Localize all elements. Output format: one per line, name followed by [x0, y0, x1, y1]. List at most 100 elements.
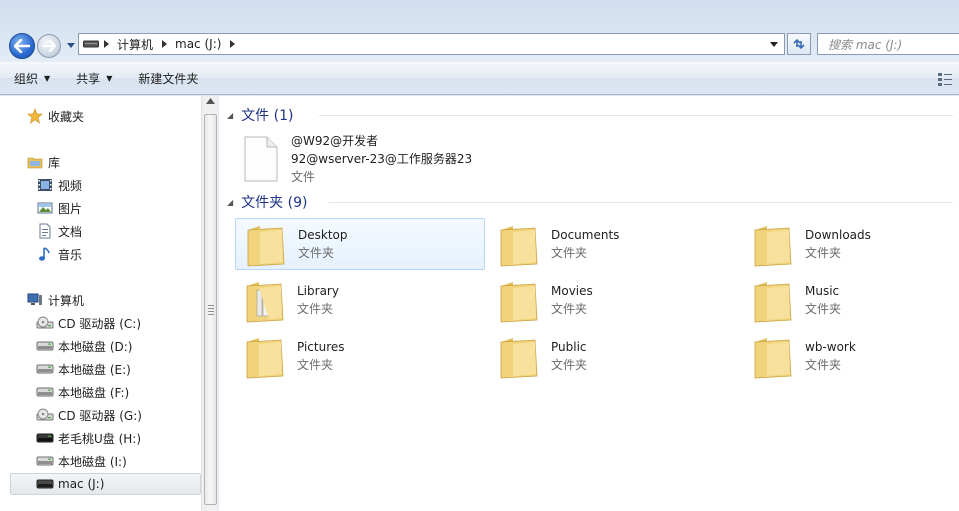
nav-favorites[interactable]: 收藏夹 [26, 105, 226, 127]
folder-name: Desktop [298, 228, 348, 242]
file-name-line1: @W92@开发者 [291, 134, 379, 148]
cd-drive-icon [36, 314, 54, 332]
music-note-icon [36, 245, 54, 263]
hard-drive-icon [36, 360, 54, 378]
address-bar[interactable]: 计算机 mac (J:) [78, 33, 785, 55]
folder-icon [247, 226, 285, 267]
folder-type: 文件夹 [298, 246, 335, 260]
library-folder-icon [246, 282, 284, 323]
nav-drive-label: mac (J:) [58, 477, 105, 491]
nav-computer[interactable]: 计算机 [26, 289, 226, 311]
folders-group-header[interactable]: ◢ 文件夹 (9) [227, 192, 307, 212]
folder-item[interactable]: Downloads 文件夹 [743, 218, 959, 270]
folder-icon [754, 282, 792, 323]
folder-item[interactable]: wb-work 文件夹 [743, 330, 959, 382]
organize-menu[interactable]: 组织 ▼ [0, 62, 62, 94]
chevron-down-icon: ▼ [106, 73, 113, 83]
chevron-down-icon [770, 41, 778, 47]
nav-drive-label: 本地磁盘 (I:) [58, 454, 127, 469]
command-bar: 组织 ▼ 共享 ▼ 新建文件夹 [0, 62, 959, 95]
forward-button[interactable] [37, 34, 61, 58]
nav-scrollbar[interactable] [201, 96, 218, 511]
library-icon [26, 153, 44, 171]
hard-drive-icon [36, 337, 54, 355]
address-dropdown[interactable] [767, 34, 781, 54]
drive-crumb-icon [79, 34, 99, 54]
breadcrumb-drive[interactable]: mac (J:) [171, 37, 225, 51]
back-button[interactable] [9, 33, 35, 59]
chevron-right-icon [229, 40, 235, 48]
nav-library-label: 音乐 [58, 247, 83, 262]
file-item[interactable]: @W92@开发者 92@wserver-23@工作服务器23 文件 [243, 132, 472, 186]
breadcrumb-separator[interactable] [225, 40, 239, 48]
content-pane: ◢ 文件 (1) @W92@开发者 92@wserver-23@工作服务器23 … [219, 96, 959, 511]
files-group-header[interactable]: ◢ 文件 (1) [227, 105, 293, 125]
refresh-button[interactable] [787, 33, 811, 55]
pictures-library-icon [36, 199, 54, 217]
hard-drive-icon [36, 383, 54, 401]
folder-type: 文件夹 [551, 358, 588, 372]
collapse-triangle-icon[interactable]: ◢ [227, 198, 233, 207]
nav-drive-label: CD 驱动器 (G:) [58, 408, 142, 423]
folder-icon [500, 338, 538, 379]
nav-drive-j[interactable]: mac (J:) [10, 473, 201, 495]
breadcrumb-separator[interactable] [157, 40, 171, 48]
folder-type: 文件夹 [297, 302, 334, 316]
navigation-pane: 收藏夹 库 视频 图片 文档 音乐 计算机 CD 驱动器 (C:) 本地磁盘 (… [0, 96, 218, 511]
nav-library-label: 文档 [58, 224, 83, 239]
nav-drive-label: 本地磁盘 (F:) [58, 385, 130, 400]
nav-favorites-label: 收藏夹 [48, 109, 85, 124]
scroll-thumb[interactable] [204, 114, 217, 505]
folder-item[interactable]: Movies 文件夹 [489, 274, 739, 326]
share-menu[interactable]: 共享 ▼ [62, 62, 124, 94]
breadcrumb-separator[interactable] [99, 40, 113, 48]
folder-item[interactable]: Public 文件夹 [489, 330, 739, 382]
computer-icon [26, 291, 44, 309]
folder-name: Downloads [805, 228, 871, 242]
folder-item[interactable]: Documents 文件夹 [489, 218, 739, 270]
recent-pages-dropdown[interactable] [66, 40, 76, 50]
folder-name: Music [805, 284, 840, 298]
nav-libraries[interactable]: 库 [26, 151, 226, 173]
nav-library-label: 图片 [58, 201, 83, 216]
generic-file-icon [244, 136, 278, 182]
breadcrumb-computer[interactable]: 计算机 [113, 36, 157, 53]
new-folder-label: 新建文件夹 [138, 71, 199, 86]
new-folder-button[interactable]: 新建文件夹 [124, 62, 210, 94]
collapse-triangle-icon[interactable]: ◢ [227, 111, 233, 120]
search-placeholder: 搜索 mac (J:) [828, 37, 903, 52]
scroll-up-icon[interactable] [206, 98, 215, 104]
share-label: 共享 [76, 71, 101, 86]
folder-type: 文件夹 [551, 246, 588, 260]
folder-item[interactable]: Pictures 文件夹 [235, 330, 485, 382]
folder-name: wb-work [805, 340, 856, 354]
change-view-button[interactable] [937, 71, 955, 87]
chevron-down-icon: ▼ [44, 73, 51, 83]
folder-type: 文件夹 [805, 358, 842, 372]
folder-item[interactable]: Library 文件夹 [235, 274, 485, 326]
folder-type: 文件夹 [297, 358, 334, 372]
folder-type: 文件夹 [551, 302, 588, 316]
view-options-icon [938, 73, 952, 86]
video-library-icon [36, 176, 54, 194]
refresh-icon [793, 38, 805, 50]
scroll-grip [208, 305, 214, 317]
folder-icon [500, 282, 538, 323]
star-icon [26, 107, 44, 125]
nav-drive-label: 本地磁盘 (E:) [58, 362, 131, 377]
chevron-down-icon [67, 42, 75, 48]
cd-drive-icon [36, 406, 54, 424]
folder-item[interactable]: Music 文件夹 [743, 274, 959, 326]
search-input[interactable]: 搜索 mac (J:) [817, 33, 959, 55]
hard-drive-icon [36, 452, 54, 470]
nav-drive-label: 本地磁盘 (D:) [58, 339, 133, 354]
folder-icon [500, 226, 538, 267]
folder-icon [754, 338, 792, 379]
folder-name: Documents [551, 228, 620, 242]
folder-name: Public [551, 340, 587, 354]
folder-type: 文件夹 [805, 302, 842, 316]
folder-icon [754, 226, 792, 267]
network-drive-icon [36, 475, 54, 493]
files-group-label: 文件 (1) [241, 108, 294, 124]
folder-item[interactable]: Desktop 文件夹 [235, 218, 485, 270]
